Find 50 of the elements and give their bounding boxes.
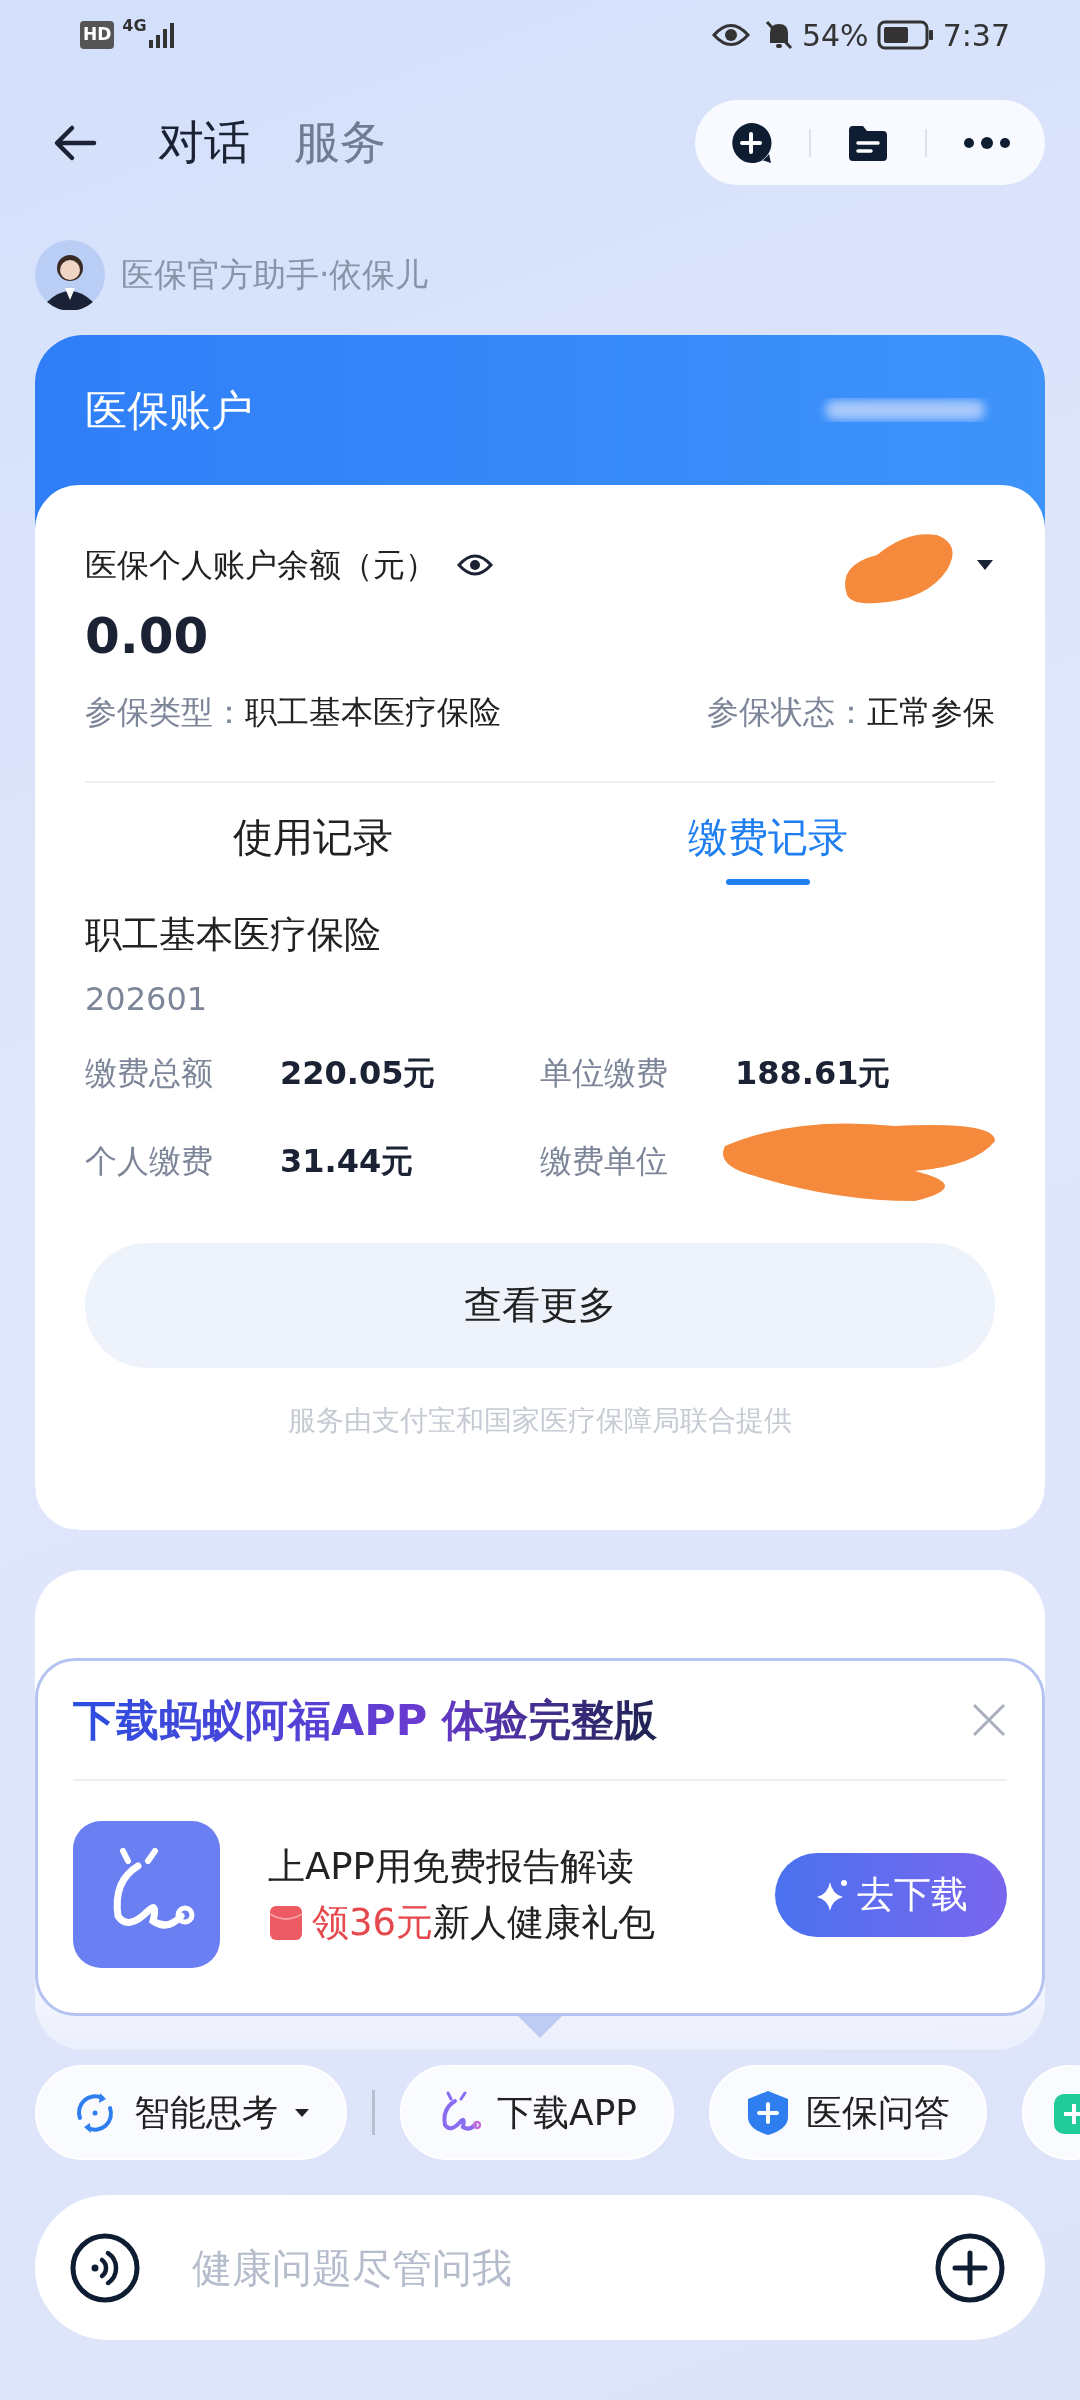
field-label: 个人缴费: [85, 1140, 214, 1182]
caret-icon[interactable]: [975, 558, 995, 572]
avatar: [35, 240, 105, 310]
plus-shield-icon: [746, 2088, 791, 2137]
battery-percent: 54%: [801, 16, 869, 55]
eye-icon: [711, 22, 750, 48]
hd-indicator: HD: [80, 21, 115, 49]
chat-input-bar[interactable]: 健康问题尽管问我: [35, 2195, 1045, 2340]
field-value: 220.05元: [280, 1052, 437, 1094]
voice-icon[interactable]: [70, 2232, 140, 2303]
shortcut-chip[interactable]: 智能思考: [35, 2065, 347, 2160]
battery-icon: [876, 20, 935, 50]
shortcut-chip[interactable]: 医保问答: [709, 2065, 988, 2160]
bell-muted-icon: [763, 19, 794, 51]
eye-icon[interactable]: [457, 552, 493, 578]
record-period: 202601: [85, 978, 209, 1020]
field-label: 缴费单位: [540, 1140, 669, 1182]
clock: 7:37: [942, 16, 1010, 55]
view-more-button[interactable]: 查看更多: [85, 1242, 995, 1368]
shortcut-chip[interactable]: 下载APP: [400, 2065, 675, 2160]
record-tab[interactable]: 缴费记录: [687, 807, 848, 885]
balance-amount: 0.00: [85, 606, 210, 667]
assistant-name: 医保官方助手·依保儿: [121, 254, 429, 297]
type-value: 职工基本医疗保险: [245, 692, 501, 733]
caret-icon: [294, 2107, 310, 2118]
status-label: 参保状态：: [707, 692, 867, 733]
app-icon: [73, 1821, 220, 1968]
promo-line: 上APP用免费报告解读: [268, 1844, 635, 1890]
field-value: 31.44元: [280, 1140, 415, 1182]
network-label: 4G: [122, 15, 147, 37]
status-value: 正常参保: [867, 692, 995, 733]
balance-label: 医保个人账户余额（元）: [85, 545, 437, 586]
type-label: 参保类型：: [85, 692, 245, 733]
field-label: 单位缴费: [540, 1052, 669, 1094]
record-title: 职工基本医疗保险: [85, 912, 382, 958]
gift-amount: 领36元: [312, 1899, 434, 1946]
record-tab[interactable]: 使用记录: [232, 807, 393, 885]
field-label: 缴费总额: [85, 1052, 214, 1094]
download-button[interactable]: 去下载: [775, 1852, 1007, 1937]
add-icon[interactable]: [935, 2232, 1005, 2303]
service-note: 服务由支付宝和国家医疗保障局联合提供: [287, 1402, 793, 1439]
more-icon[interactable]: [963, 136, 1011, 149]
signal-icon: [146, 20, 177, 50]
message-input[interactable]: 健康问题尽管问我: [190, 2236, 935, 2299]
nav-tab[interactable]: 对话: [158, 108, 250, 177]
card-title: 医保账户: [85, 384, 253, 437]
new-chat-icon[interactable]: [729, 120, 773, 165]
gift-text: 新人健康礼包: [433, 1899, 656, 1946]
folder-icon[interactable]: [847, 123, 889, 162]
field-value: 188.61元: [735, 1052, 892, 1094]
